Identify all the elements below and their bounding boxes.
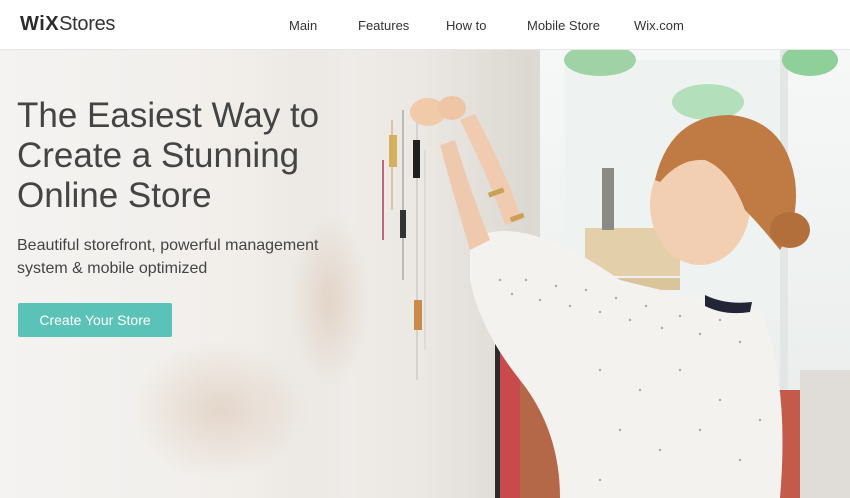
nav-item-mobile-store[interactable]: Mobile Store [527, 18, 600, 33]
nav-item-features[interactable]: Features [358, 18, 409, 33]
nav-item-how-to[interactable]: How to [446, 18, 486, 33]
main-nav: Main Features How to Mobile Store Wix.co… [0, 18, 850, 38]
hero-title: The Easiest Way to Create a Stunning Onl… [17, 96, 320, 215]
site-header: WiXStores Main Features How to Mobile St… [0, 0, 850, 50]
hero-subtitle: Beautiful storefront, powerful managemen… [17, 237, 319, 277]
create-your-store-button[interactable]: Create Your Store [18, 303, 172, 337]
nav-item-wix-com[interactable]: Wix.com [634, 18, 684, 33]
page: WiXStores Main Features How to Mobile St… [0, 0, 850, 498]
hero-section: The Easiest Way to Create a Stunning Onl… [0, 50, 850, 498]
nav-item-main[interactable]: Main [289, 18, 317, 33]
